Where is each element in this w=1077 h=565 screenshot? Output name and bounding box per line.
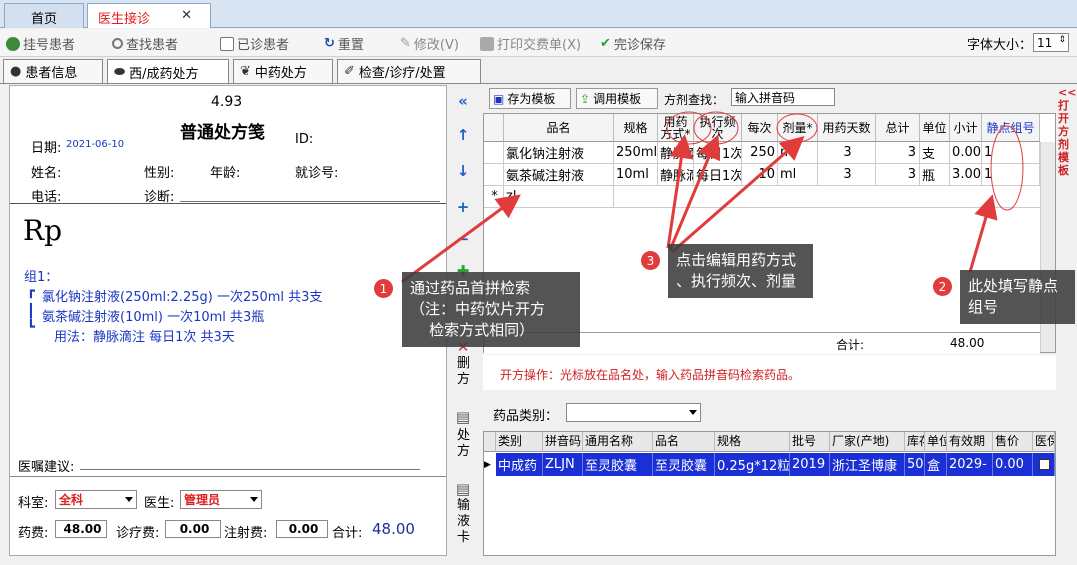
arrow-2 — [968, 194, 998, 273]
callout-3: 点击编辑用药方式 、执行频次、剂量 — [668, 244, 813, 298]
callout-2: 此处填写静点 组号 — [960, 270, 1075, 324]
highlight-route — [666, 111, 712, 145]
badge-1: 1 — [374, 279, 393, 298]
highlight-freq — [693, 111, 739, 145]
badge-3: 3 — [641, 251, 660, 270]
callout-1: 通过药品首拼检索 （注：中药饮片开方 检索方式相同） — [402, 272, 580, 347]
arrow-1 — [401, 194, 521, 284]
highlight-group — [990, 125, 1024, 211]
badge-2: 2 — [933, 277, 952, 296]
highlight-dose — [776, 113, 818, 143]
